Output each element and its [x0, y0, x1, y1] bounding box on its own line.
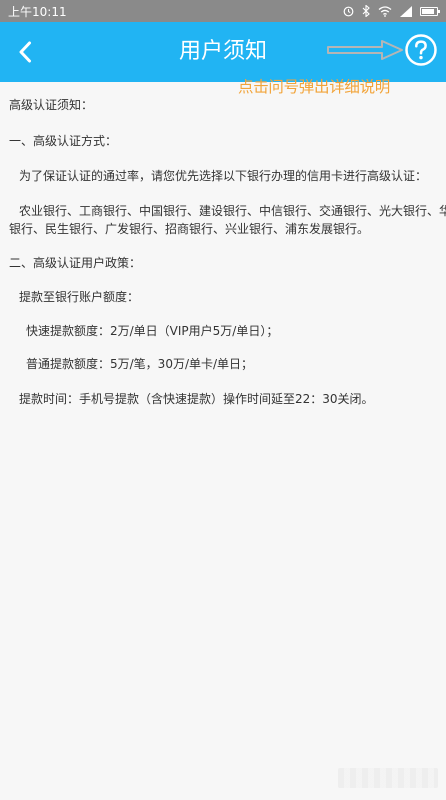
annotation-text: 点击问号弹出详细说明: [238, 78, 391, 96]
withdraw-limit-title: 提款至银行账户额度：: [19, 290, 140, 304]
bank-list-line-1: 农业银行、工商银行、中国银行、建设银行、中信银行、交通银行、光大银行、华夏: [19, 204, 446, 218]
help-button[interactable]: [404, 33, 438, 67]
section1-title: 一、高级认证方式：: [9, 134, 118, 148]
battery-icon: [420, 6, 440, 16]
signal-icon: [400, 5, 412, 17]
status-bar: 上午10:11: [0, 0, 446, 22]
bluetooth-icon: [362, 5, 370, 17]
alarm-icon: [343, 6, 354, 16]
section2-title: 二、高级认证用户政策：: [9, 256, 142, 270]
status-time: 上午10:11: [8, 4, 67, 19]
withdraw-time: 提款时间：手机号提款（含快速提款）操作时间延至22：30关闭。: [19, 392, 374, 406]
arrow-annotation-icon: [327, 40, 403, 60]
status-icons: [343, 5, 440, 17]
normal-withdraw-limit: 普通提款额度：5万/笔，30万/单卡/单日；: [26, 357, 254, 371]
fast-withdraw-limit: 快速提款额度：2万/单日（VIP用户5万/单日）；: [26, 324, 279, 338]
wifi-icon: [378, 5, 392, 17]
intro-heading: 高级认证须知：: [9, 98, 94, 112]
bank-list-line-2: 银行、民生银行、广发银行、招商银行、兴业银行、浦东发展银行。: [9, 222, 370, 236]
section1-description: 为了保证认证的通过率，请您优先选择以下银行办理的信用卡进行高级认证：: [19, 169, 428, 183]
watermark: [338, 768, 438, 788]
